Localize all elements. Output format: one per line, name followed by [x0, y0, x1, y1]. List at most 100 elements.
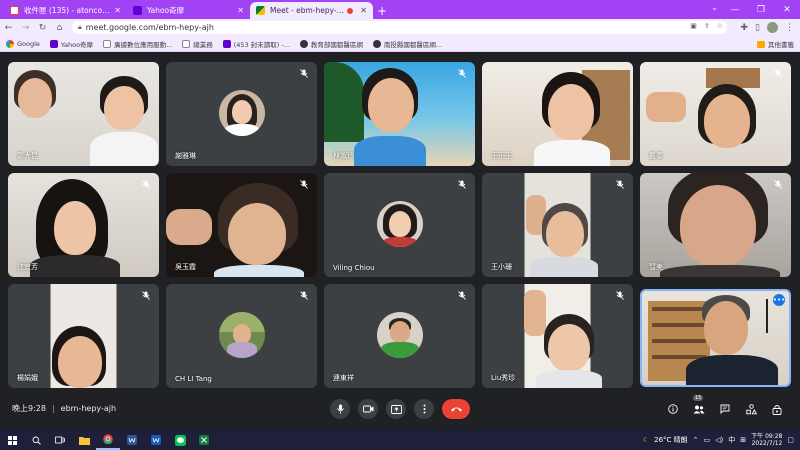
participant-tile[interactable]: 彗美 [640, 173, 791, 277]
extensions-icon[interactable]: ✚ [741, 23, 749, 33]
close-icon[interactable]: ✕ [237, 6, 244, 15]
layout-icon[interactable]: ⊞ [740, 436, 746, 444]
mic-off-icon [615, 179, 625, 189]
chevron-up-icon[interactable]: ⌃ [693, 436, 699, 444]
chat-icon [720, 404, 730, 414]
close-icon[interactable]: ✕ [360, 6, 367, 15]
participant-name: 彗美 [649, 263, 663, 271]
browser-toolbar: ← → ↻ ⌂ 🔒︎ meet.google.com/ebm-hepy-ajh … [0, 19, 800, 36]
avatar [219, 312, 265, 358]
word-app[interactable] [120, 430, 144, 450]
participant-name: 楊娟娥 [17, 374, 38, 382]
side-panel-icon[interactable]: ▯ [755, 23, 760, 33]
address-bar[interactable]: 🔒︎ meet.google.com/ebm-hepy-ajh ▣ ⇪ ☆ [72, 21, 727, 34]
word-app[interactable] [144, 430, 168, 450]
share-icon[interactable]: ⇪ [704, 22, 710, 30]
participant-tile[interactable]: 王正玉 [482, 62, 633, 166]
chrome-app[interactable] [96, 430, 120, 450]
home-icon[interactable]: ⌂ [51, 19, 68, 36]
participant-tile[interactable]: 林淑玲 [324, 62, 475, 166]
forward-icon[interactable]: → [17, 19, 34, 36]
search-button[interactable] [24, 430, 48, 450]
restore-icon[interactable]: ❐ [748, 0, 774, 19]
clock-date: 2022/7/12 [751, 440, 783, 447]
participant-tile[interactable]: 連東祥 [324, 284, 475, 388]
tab-gmail[interactable]: 收件匣 (135) - atoncon12@gm... ✕ [4, 2, 127, 19]
avatar [377, 312, 423, 358]
bookmark-item[interactable]: 廣據數位應用服動... [103, 39, 172, 49]
tab-yahoo[interactable]: Yahoo奇摩 ✕ [127, 2, 250, 19]
reload-icon[interactable]: ↻ [34, 19, 51, 36]
leave-call-button[interactable] [442, 399, 470, 419]
participant-tile[interactable]: 戴蓁 [640, 62, 791, 166]
participant-name: 連東祥 [333, 374, 354, 382]
mic-off-icon [299, 179, 309, 189]
bookmark-google[interactable]: Google [6, 39, 40, 48]
excel-icon [199, 435, 209, 445]
ime-indicator[interactable]: 中 [728, 435, 735, 445]
tab-title: Yahoo奇摩 [147, 6, 185, 15]
camera-permission-icon[interactable]: ▣ [690, 22, 697, 30]
task-view-button[interactable] [48, 430, 72, 450]
participant-tile[interactable]: 鄭大昆 [8, 62, 159, 166]
bookmark-item[interactable]: 南投縣國都醫區網... [372, 39, 442, 49]
folder-icon [78, 436, 90, 445]
mic-off-icon [773, 68, 783, 78]
participant-tile[interactable]: Viling Chiou [324, 173, 475, 277]
participants-button[interactable]: 15 [692, 395, 706, 419]
self-view-tile[interactable]: ••• [640, 289, 791, 387]
participant-tile[interactable]: 江宜芳 [8, 173, 159, 277]
participant-tile[interactable]: 謝雅琳 [166, 62, 317, 166]
bookmark-item[interactable]: 總業務 [182, 39, 213, 49]
participant-name: 戴蓁 [649, 152, 663, 160]
close-icon[interactable]: ✕ [114, 6, 121, 15]
camera-icon [362, 405, 373, 413]
info-icon [668, 404, 678, 414]
camera-button[interactable] [358, 399, 378, 419]
microphone-button[interactable] [330, 399, 350, 419]
chat-button[interactable] [718, 399, 732, 419]
menu-icon[interactable]: ⋮ [785, 23, 794, 33]
more-options-icon[interactable]: ••• [773, 294, 785, 306]
notification-icon[interactable]: ▢ [787, 436, 794, 444]
participant-tile[interactable]: 楊娟娥 [8, 284, 159, 388]
tab-meet[interactable]: Meet - ebm-hepy-ajh ✕ [250, 2, 373, 19]
word-icon [127, 435, 137, 445]
profile-avatar[interactable] [767, 22, 778, 33]
word-icon [151, 435, 161, 445]
back-icon[interactable]: ← [0, 19, 17, 36]
clock[interactable]: 下午 09:28 2022/7/12 [751, 433, 782, 447]
file-explorer-app[interactable] [72, 430, 96, 450]
participant-tile[interactable]: 吳玉霞 [166, 173, 317, 277]
participant-tile[interactable]: 王小珊 [482, 173, 633, 277]
weather-icon: ☾ [642, 436, 650, 444]
new-tab-button[interactable]: + [373, 2, 391, 19]
other-bookmarks[interactable]: 其他書籤 [757, 39, 794, 49]
lock-icon[interactable]: 🔒︎ [78, 23, 82, 32]
bookmark-yahoo[interactable]: Yahoo奇摩 [49, 39, 93, 49]
yahoo-icon [133, 6, 142, 15]
yahoo-icon [49, 39, 58, 48]
present-screen-button[interactable] [386, 399, 406, 419]
participant-tile[interactable]: CH LI Tang [166, 284, 317, 388]
minimize-icon[interactable]: — [722, 0, 748, 19]
start-button[interactable] [0, 430, 24, 450]
line-app[interactable] [168, 430, 192, 450]
more-options-button[interactable] [414, 399, 434, 419]
network-icon[interactable]: ▭ [704, 436, 711, 444]
excel-app[interactable] [192, 430, 216, 450]
meeting-details-button[interactable] [666, 399, 680, 419]
bookmark-star-icon[interactable]: ☆ [717, 22, 723, 30]
tab-search-icon[interactable]: ⌄ [711, 3, 718, 12]
bookmark-item[interactable]: (453 封未讀取) -... [222, 39, 290, 49]
participant-tile[interactable]: Liu秀珍 [482, 284, 633, 388]
window-close-icon[interactable]: ✕ [774, 0, 800, 19]
speaker-icon[interactable]: ◁) [715, 436, 723, 444]
weather-text[interactable]: 26°C 晴朗 [654, 435, 688, 445]
windows-icon [7, 435, 17, 445]
activities-button[interactable] [744, 399, 758, 419]
people-icon [693, 405, 705, 413]
host-controls-button[interactable] [770, 399, 784, 419]
bookmark-item[interactable]: 教育部國都醫區網 [299, 39, 363, 49]
gmail-icon [10, 6, 19, 15]
